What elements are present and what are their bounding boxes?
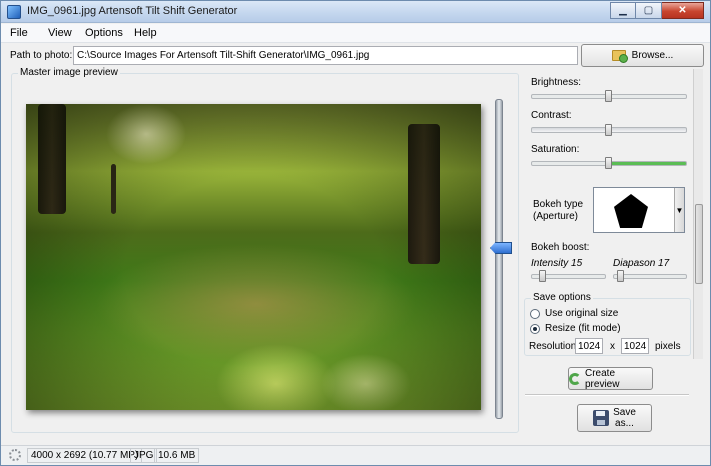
app-icon — [7, 5, 21, 19]
menu-help[interactable]: Help — [134, 27, 157, 39]
refresh-icon — [569, 372, 581, 385]
contrast-label: Contrast: — [531, 110, 572, 121]
floppy-disk-icon — [593, 410, 610, 426]
browse-button[interactable]: Browse... — [581, 44, 704, 67]
path-label: Path to photo: — [10, 50, 73, 61]
save-as-label: Save as... — [613, 407, 636, 429]
save-options-title: Save options — [531, 292, 593, 303]
folder-add-icon — [611, 50, 628, 63]
times-label: x — [610, 341, 615, 352]
save-as-label-line1: Save — [613, 407, 636, 418]
brightness-slider-thumb[interactable] — [605, 90, 612, 102]
bokeh-boost-label: Bokeh boost: — [531, 242, 590, 253]
title-bar: IMG_0961.jpg Artensoft Tilt Shift Genera… — [1, 1, 710, 23]
menu-options[interactable]: Options — [85, 27, 123, 39]
use-original-size-label: Use original size — [545, 308, 619, 319]
close-button[interactable]: ✕ — [662, 2, 704, 19]
save-as-button[interactable]: Save as... — [577, 404, 652, 432]
maximize-button[interactable]: ▢ — [636, 2, 662, 19]
bokeh-type-label-line1: Bokeh type — [533, 199, 584, 210]
photo-path-field[interactable]: C:\Source Images For Artensoft Tilt-Shif… — [73, 46, 578, 65]
radio-button-selected[interactable] — [530, 323, 540, 334]
save-as-label-line2: as... — [615, 418, 634, 429]
create-preview-label: Create preview — [584, 367, 620, 390]
bokeh-type-dropdown[interactable]: ▼ — [593, 187, 685, 233]
preview-image[interactable] — [26, 104, 481, 410]
resize-fit-mode-option[interactable]: Resize (fit mode) — [530, 323, 621, 334]
menu-bar: File View Options Help — [1, 24, 710, 43]
vignette — [26, 104, 481, 410]
scrollbar-thumb[interactable] — [695, 204, 703, 284]
busy-spinner-icon — [9, 449, 21, 461]
status-file-size: 10.6 MB — [154, 448, 200, 463]
panel-scrollbar[interactable] — [693, 69, 703, 359]
divider — [525, 394, 689, 396]
menu-file[interactable]: File — [10, 27, 28, 39]
minimize-button[interactable]: ▁ — [610, 2, 636, 19]
adjustments-panel: Brightness: Contrast: Saturation: Bokeh … — [521, 69, 693, 291]
window-title: IMG_0961.jpg Artensoft Tilt Shift Genera… — [27, 5, 238, 17]
use-original-size-option[interactable]: Use original size — [530, 308, 618, 319]
intensity-label: Intensity 15 — [531, 258, 583, 269]
path-row: Path to photo: C:\Source Images For Arte… — [1, 44, 710, 68]
master-preview-title: Master image preview — [18, 67, 120, 78]
diapason-label: Diapason 17 — [613, 258, 670, 269]
browse-button-label: Browse... — [631, 50, 674, 61]
menu-view[interactable]: View — [48, 27, 72, 39]
diapason-slider-thumb[interactable] — [617, 270, 624, 282]
bokeh-type-label-line2: (Aperture) — [533, 211, 579, 222]
pentagon-aperture-icon — [614, 194, 648, 228]
master-preview-group: Master image preview — [11, 67, 519, 433]
saturation-slider-thumb[interactable] — [605, 157, 612, 169]
height-input[interactable]: 1024 — [621, 338, 649, 354]
dropdown-arrow-icon[interactable]: ▼ — [674, 188, 684, 232]
focus-position-slider[interactable] — [495, 99, 503, 419]
resolution-label: Resolution — [529, 341, 577, 352]
app-window: IMG_0961.jpg Artensoft Tilt Shift Genera… — [0, 0, 711, 466]
width-input[interactable]: 1024 — [575, 338, 603, 354]
saturation-label: Saturation: — [531, 144, 580, 155]
status-bar: 4000 x 2692 (10.77 MP) JPG 10.6 MB — [1, 445, 710, 465]
intensity-slider-thumb[interactable] — [539, 270, 546, 282]
status-dimensions: 4000 x 2692 (10.77 MP) — [27, 448, 143, 463]
resize-fit-mode-label: Resize (fit mode) — [545, 323, 621, 334]
brightness-label: Brightness: — [531, 77, 582, 88]
pixels-label: pixels — [655, 341, 681, 352]
diapason-slider[interactable] — [613, 274, 687, 279]
contrast-slider-thumb[interactable] — [605, 124, 612, 136]
radio-button[interactable] — [530, 308, 540, 319]
create-preview-button[interactable]: Create preview — [568, 367, 653, 390]
window-controls: ▁ ▢ ✕ — [610, 2, 704, 19]
